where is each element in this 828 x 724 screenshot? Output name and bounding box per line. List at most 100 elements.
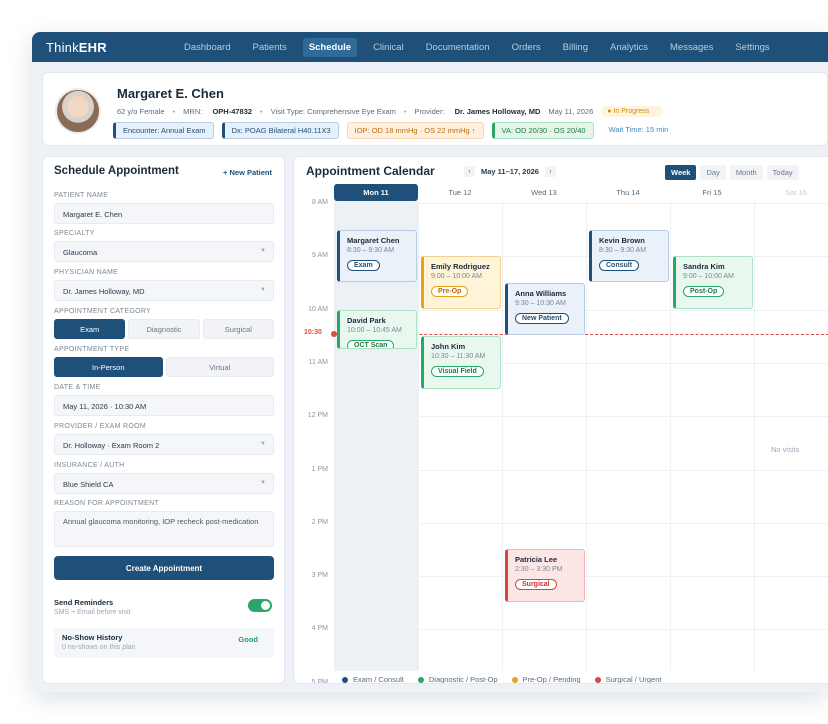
nav-billing[interactable]: Billing (557, 38, 594, 57)
appointment-name: Anna Williams (515, 288, 567, 298)
appointment-card[interactable]: John Kim 10:30 – 11:30 AM Visual Field (421, 336, 501, 389)
category-segmented: Exam Diagnostic Surgical (54, 319, 274, 339)
hour-label: 2 PM (311, 518, 328, 526)
clinical-chips: Encounter: Annual Exam Dx: POAG Bilatera… (113, 122, 683, 139)
nav-dashboard[interactable]: Dashboard (178, 38, 236, 57)
app-window: ThinkEHR Dashboard Patients Schedule Cli… (32, 32, 828, 692)
type-in-person[interactable]: In-Person (54, 357, 163, 377)
form-title: Schedule Appointment (54, 165, 179, 177)
view-day[interactable]: Day (700, 165, 726, 180)
appointment-name: Patricia Lee (515, 555, 558, 565)
separator-dot: • (403, 107, 407, 116)
patient-age-sex: 62 y/o Female (117, 107, 165, 116)
create-appointment-button[interactable]: Create Appointment (54, 556, 274, 580)
appointment-time: 10:30 – 11:30 AM (431, 353, 486, 361)
category-exam[interactable]: Exam (54, 319, 126, 339)
next-week-button[interactable]: › (544, 166, 556, 177)
appointment-tag: Consult (599, 259, 640, 271)
hour-label: 3 PM (311, 572, 328, 580)
diagnosis-chip: Dx: POAG Bilateral H40.11X3 (221, 122, 339, 139)
view-today[interactable]: Today (766, 165, 799, 180)
day-header-fri[interactable]: Fri 15 (670, 184, 754, 201)
top-nav: ThinkEHR Dashboard Patients Schedule Cli… (32, 32, 828, 62)
logo[interactable]: ThinkEHR (46, 40, 178, 55)
logo-suffix: EHR (78, 39, 107, 55)
prev-week-button[interactable]: ‹ (464, 166, 475, 177)
reminders-toggle[interactable] (248, 599, 272, 612)
legend-label: Diagnostic / Post-Op (428, 675, 498, 684)
noshow-sub: 0 no-shows on this plan (62, 644, 136, 651)
day-header-mon[interactable]: Mon 11 (334, 184, 418, 201)
chevron-down-icon: ▼ (260, 287, 266, 293)
legend-swatch (511, 676, 518, 683)
nav-patients[interactable]: Patients (246, 38, 292, 57)
appointment-card[interactable]: Kevin Brown 8:30 – 9:30 AM Consult (589, 229, 669, 282)
day-header-sat[interactable]: Sat 16 (754, 184, 828, 201)
day-header-wed[interactable]: Wed 13 (502, 184, 586, 201)
appointment-card[interactable]: Patricia Lee 2:30 – 3:30 PM Surgical (505, 549, 585, 602)
day-gridline (586, 201, 587, 671)
category-diagnostic[interactable]: Diagnostic (128, 319, 200, 339)
datetime-input[interactable]: May 11, 2026 · 10:30 AM (54, 395, 274, 416)
nav-items: Dashboard Patients Schedule Clinical Doc… (178, 37, 786, 57)
patient-header: Margaret E. Chen 62 y/o Female • MRN: OP… (42, 72, 828, 146)
visit-date: May 11, 2026 (548, 107, 594, 116)
nav-documentation[interactable]: Documentation (420, 38, 496, 57)
patient-name: Margaret E. Chen (117, 86, 224, 101)
nav-messages[interactable]: Messages (664, 38, 719, 57)
nav-clinical[interactable]: Clinical (367, 38, 410, 57)
day-header-thu[interactable]: Thu 14 (586, 184, 670, 201)
appointment-name: David Park (347, 315, 386, 325)
insurance-select[interactable]: Blue Shield CA ▼ (54, 473, 274, 494)
legend-swatch (342, 676, 348, 683)
type-virtual[interactable]: Virtual (165, 357, 274, 377)
reason-textarea[interactable]: Annual glaucoma monitoring, IOP recheck … (54, 511, 274, 547)
appointment-card[interactable]: Sandra Kim 9:00 – 10:00 AM Post-Op (673, 256, 753, 309)
nav-settings[interactable]: Settings (729, 38, 775, 57)
appointment-time: 8:30 – 9:30 AM (599, 246, 647, 254)
view-month[interactable]: Month (729, 165, 763, 180)
new-patient-link[interactable]: + New Patient (223, 168, 272, 177)
patient-mrn: MRN: OPH-47832 (183, 107, 252, 116)
day-header-tue[interactable]: Tue 12 (418, 184, 502, 201)
view-week[interactable]: Week (665, 165, 697, 180)
nav-analytics[interactable]: Analytics (604, 38, 654, 57)
nav-schedule[interactable]: Schedule (302, 37, 358, 57)
room-label: Provider / Exam Room (54, 423, 146, 430)
legend-label: Surgical / Urgent (605, 675, 662, 684)
room-select[interactable]: Dr. Holloway · Exam Room 2 ▼ (54, 434, 274, 455)
appointment-tag: Pre-Op (431, 286, 469, 298)
mrn-value: OPH-47832 (212, 107, 253, 116)
hour-label: 4 PM (311, 625, 328, 633)
provider-label: Provider: (414, 107, 445, 116)
hour-label: 11 AM (308, 358, 328, 366)
day-gridline (754, 201, 755, 671)
appointment-name: Sandra Kim (683, 262, 725, 272)
legend-item: Diagnostic / Post-Op (417, 675, 498, 684)
appointment-time: 8:30 – 9:30 AM (347, 246, 395, 254)
date-range: ‹ May 11–17, 2026 › (458, 166, 562, 177)
room-value: Dr. Holloway · Exam Room 2 (63, 441, 160, 450)
category-surgical[interactable]: Surgical (202, 319, 274, 339)
appointment-tag: Post-Op (683, 286, 725, 298)
specialty-value: Glaucoma (63, 248, 98, 257)
appointment-card[interactable]: David Park 10:00 – 10:45 AM OCT Scan (337, 309, 417, 349)
specialty-select[interactable]: Glaucoma ▼ (54, 241, 274, 262)
noshow-card: No-Show History 0 no-shows on this plan … (54, 628, 274, 658)
calendar-legend: Exam / Consult Diagnostic / Post-Op Pre-… (342, 675, 675, 684)
appointment-card[interactable]: Anna Williams 9:30 – 10:30 AM New Patient (505, 282, 585, 336)
legend-label: Pre-Op / Pending (522, 675, 581, 684)
appointment-tag: New Patient (515, 312, 569, 324)
appointment-card[interactable]: Margaret Chen 8:30 – 9:30 AM Exam (337, 229, 417, 282)
nav-orders[interactable]: Orders (506, 38, 547, 57)
physician-label: Physician Name (54, 269, 119, 276)
appointment-card[interactable]: Emily Rodriguez 9:00 – 10:00 AM Pre-Op (421, 256, 501, 309)
logo-prefix: Think (46, 39, 79, 55)
datetime-label: Date & Time (54, 384, 101, 391)
physician-select[interactable]: Dr. James Holloway, MD ▼ (54, 280, 274, 301)
appointment-time: 10:00 – 10:45 AM (347, 326, 402, 334)
hour-label: 1 PM (311, 465, 328, 473)
patient-name-input[interactable]: Margaret E. Chen (54, 203, 274, 224)
encounter-chip: Encounter: Annual Exam (113, 122, 214, 139)
calendar-title: Appointment Calendar (306, 164, 435, 178)
